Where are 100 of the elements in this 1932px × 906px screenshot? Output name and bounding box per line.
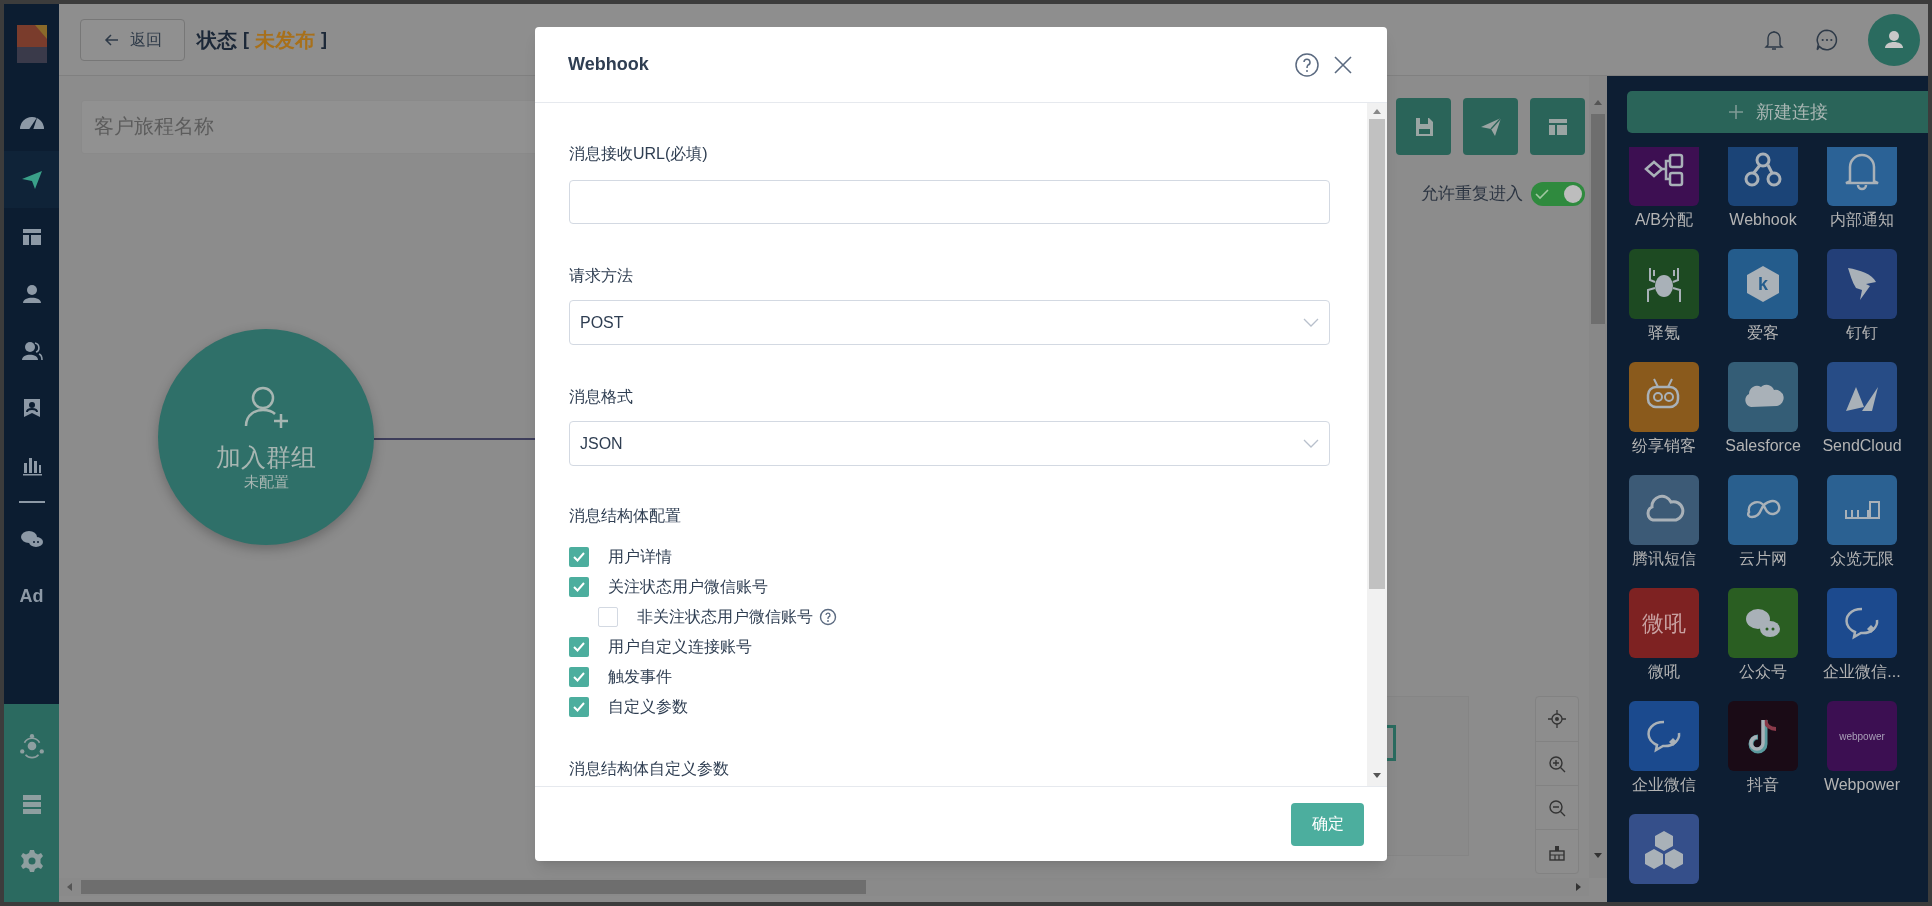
sidebar-item[interactable]: Ad (4, 567, 59, 625)
logo-text: webpower (1839, 729, 1885, 744)
node-subtitle: 未配置 (243, 472, 289, 492)
connector-tile[interactable] (1629, 362, 1699, 432)
connector-label: 内部通知 (1830, 210, 1894, 230)
locate-icon (1547, 709, 1567, 729)
checkbox-label: 用户详情 (608, 547, 672, 567)
journey-node[interactable]: 加入群组 未配置 (158, 329, 374, 545)
connector-label: 驿氪 (1648, 323, 1680, 343)
close-icon[interactable] (1332, 53, 1354, 76)
connector-tile[interactable] (1827, 475, 1897, 545)
scroll-down-icon[interactable] (1372, 772, 1382, 780)
connector-label: 钉钉 (1846, 323, 1878, 343)
checkbox[interactable] (569, 667, 589, 687)
scroll-left-icon[interactable] (65, 882, 73, 892)
page-title: 状态 (197, 27, 237, 53)
connector-label: 腾讯短信 (1632, 549, 1696, 569)
field-label: 消息结构体配置 (569, 506, 682, 526)
connector-tile[interactable] (1629, 147, 1699, 206)
vertical-scrollbar[interactable] (1589, 76, 1607, 878)
settings-icon[interactable] (19, 849, 44, 874)
connector-tile[interactable] (1629, 814, 1699, 884)
check-icon (572, 551, 586, 563)
field-label: 消息接收URL(必填) (569, 144, 709, 164)
check-icon (572, 701, 586, 713)
check-icon (1534, 187, 1550, 200)
vertical-scrollbar[interactable] (1367, 103, 1387, 786)
connector-tile[interactable]: webpower (1827, 701, 1897, 771)
checkbox[interactable] (569, 697, 589, 717)
bracket: [ (243, 28, 249, 51)
toolbar-button[interactable] (1530, 98, 1585, 155)
connector-tile[interactable] (1728, 475, 1798, 545)
network-icon[interactable] (18, 732, 45, 759)
checkbox-label: 用户自定义连接账号 (608, 637, 752, 657)
connector-tile[interactable] (1728, 362, 1798, 432)
field-label: 消息结构体自定义参数 (569, 759, 730, 779)
checkbox[interactable] (569, 547, 589, 567)
bracket: ] (321, 28, 327, 51)
help-icon[interactable] (819, 608, 837, 626)
field-label: 消息格式 (569, 387, 634, 407)
connector-label: 微吼 (1648, 662, 1680, 682)
connector-label: A/B分配 (1635, 210, 1693, 230)
connector-label: 云片网 (1739, 549, 1787, 569)
checkbox-label: 非关注状态用户微信账号 (637, 607, 813, 627)
connector-label: 纷享销客 (1632, 436, 1696, 456)
checkbox-label: 自定义参数 (608, 697, 688, 717)
connector-tile[interactable] (1728, 588, 1798, 658)
zoom-out-icon (1547, 797, 1567, 818)
connector-tile[interactable] (1827, 588, 1897, 658)
confirm-button[interactable]: 确定 (1291, 802, 1364, 846)
dropdown-field[interactable]: POST (569, 300, 1330, 345)
checkbox[interactable] (569, 577, 589, 597)
zoom-in-icon (1547, 753, 1567, 774)
url-input-field[interactable] (569, 180, 1330, 224)
gauge-icon (19, 116, 44, 129)
connector-label: 公众号 (1739, 662, 1787, 682)
new-connection-button[interactable]: 新建连接 (1627, 91, 1928, 133)
connector-label: 企业微信... (1823, 662, 1901, 682)
checkbox[interactable] (598, 607, 618, 627)
scroll-thumb[interactable] (81, 880, 866, 894)
dialog-title: Webhook (568, 53, 649, 76)
connector-label: Salesforce (1725, 436, 1801, 456)
connector-tile[interactable] (1629, 249, 1699, 319)
connector-tile[interactable]: 微吼 (1629, 588, 1699, 658)
logo-text: 微吼 (1642, 609, 1686, 638)
toolbar-button[interactable] (1463, 98, 1518, 155)
back-button[interactable]: 返回 (80, 18, 185, 61)
scroll-thumb[interactable] (1591, 114, 1605, 324)
connector-tile[interactable] (1728, 147, 1798, 206)
checkbox[interactable] (569, 637, 589, 657)
chevron-down-icon (1303, 438, 1319, 449)
connector-tile[interactable] (1728, 701, 1798, 771)
plus-icon (1727, 104, 1744, 120)
connector-tile[interactable] (1629, 701, 1699, 771)
status-label: 未发布 (255, 27, 315, 53)
scroll-down-icon[interactable] (1593, 852, 1603, 860)
connector-tile[interactable] (1827, 362, 1897, 432)
checkbox-label: 触发事件 (608, 667, 672, 687)
connector-tile[interactable] (1827, 249, 1897, 319)
connector-label: 众览无限 (1830, 549, 1894, 569)
help-icon[interactable] (1294, 51, 1320, 78)
arrow-left-icon (103, 31, 120, 48)
hexagon-logo: k (1747, 266, 1779, 302)
connector-label: Webpower (1823, 775, 1901, 795)
scroll-thumb[interactable] (1369, 119, 1385, 589)
connector-label: SendCloud (1822, 436, 1902, 456)
toggle-switch[interactable] (1531, 181, 1585, 206)
scroll-up-icon[interactable] (1372, 107, 1382, 115)
scroll-up-icon[interactable] (1593, 98, 1603, 106)
connector-label: Webhook (1729, 210, 1797, 230)
dropdown-field[interactable]: JSON (569, 421, 1330, 466)
connector-tile[interactable] (1629, 475, 1699, 545)
connector-tile[interactable] (1827, 147, 1897, 206)
avatar-icon[interactable] (1868, 13, 1920, 66)
connector-label: 爱客 (1747, 323, 1779, 343)
toolbar-button[interactable] (1396, 98, 1451, 155)
node-title: 加入群组 (216, 442, 316, 472)
scroll-right-icon[interactable] (1575, 882, 1583, 892)
sidebar-item[interactable] (4, 151, 59, 208)
connector-tile[interactable]: k (1728, 249, 1798, 319)
